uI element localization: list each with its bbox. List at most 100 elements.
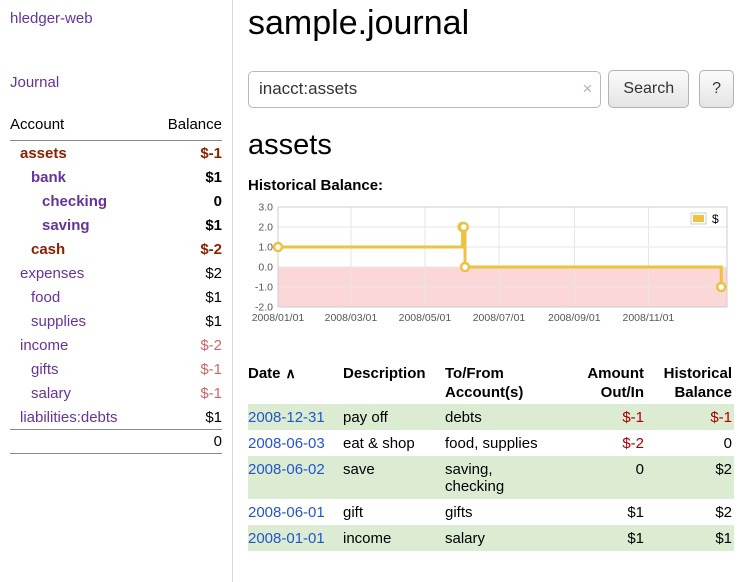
account-row: salary$-1 xyxy=(10,381,222,405)
account-balance: $1 xyxy=(151,309,222,333)
register-row: 2008-01-01incomesalary$1$1 xyxy=(248,525,734,551)
account-row: saving $1 xyxy=(10,213,222,237)
transaction-amount: 0 xyxy=(572,456,646,499)
col-header-amount-label: Amount xyxy=(587,365,644,382)
account-row: income$-2 xyxy=(10,333,222,357)
sort-ascending-icon: ∧ xyxy=(286,365,296,381)
data-point-marker xyxy=(717,283,725,291)
accounts-header-balance: Balance xyxy=(151,112,222,141)
account-link-checking[interactable]: checking xyxy=(42,193,107,210)
search-button[interactable]: Search xyxy=(608,70,689,108)
col-header-balance-label: Historical xyxy=(664,365,732,382)
svg-text:2008/07/01: 2008/07/01 xyxy=(473,312,526,324)
transaction-amount: $-1 xyxy=(572,404,646,430)
svg-text:2008/11/01: 2008/11/01 xyxy=(623,312,675,324)
transaction-date-link[interactable]: 2008-12-31 xyxy=(248,409,325,426)
account-row: bank $1 xyxy=(10,165,222,189)
account-balance: $1 xyxy=(151,405,222,430)
account-link-supplies[interactable]: supplies xyxy=(31,313,86,330)
account-row: food $1 xyxy=(10,285,222,309)
account-link-assets[interactable]: assets xyxy=(20,145,67,162)
transaction-date-link[interactable]: 2008-06-02 xyxy=(248,461,325,478)
transaction-balance: $2 xyxy=(646,456,734,499)
account-link-cash[interactable]: cash xyxy=(31,241,65,258)
transaction-accounts: debts xyxy=(445,404,572,430)
col-header-balance[interactable]: Historical Balance xyxy=(646,363,734,404)
data-point-marker xyxy=(460,223,468,231)
accounts-total-spacer xyxy=(10,430,151,454)
col-header-accounts-label: To/From xyxy=(445,365,504,382)
transaction-accounts: gifts xyxy=(445,499,572,525)
transaction-amount: $1 xyxy=(572,499,646,525)
account-balance: $1 xyxy=(151,285,222,309)
accounts-table: Account Balance assets$-1bank$1checking0… xyxy=(10,112,222,454)
transaction-description: income xyxy=(343,525,445,551)
transaction-description: eat & shop xyxy=(343,430,445,456)
col-header-accounts[interactable]: To/From Account(s) xyxy=(445,363,572,404)
transaction-date-link[interactable]: 2008-06-01 xyxy=(248,504,325,521)
col-header-amount[interactable]: Amount Out/In xyxy=(572,363,646,404)
help-button[interactable]: ? xyxy=(699,70,734,108)
account-link-income[interactable]: income xyxy=(20,337,68,354)
register-header-row: Date∧ Description To/From Account(s) Amo… xyxy=(248,363,734,404)
account-link-bank[interactable]: bank xyxy=(31,169,66,186)
search-input-wrap: × xyxy=(248,71,601,108)
transaction-amount: $1 xyxy=(572,525,646,551)
transaction-balance: $-1 xyxy=(646,404,734,430)
col-header-description-label: Description xyxy=(343,365,426,382)
accounts-body: assets$-1bank$1checking0saving$1cash$-2e… xyxy=(10,141,222,430)
account-row: liabilities:debts $1 xyxy=(10,405,222,430)
svg-text:0.0: 0.0 xyxy=(258,262,273,274)
transaction-accounts: food, supplies xyxy=(445,430,572,456)
account-row: assets$-1 xyxy=(10,141,222,166)
svg-text:2008/09/01: 2008/09/01 xyxy=(548,312,601,324)
account-link-expenses[interactable]: expenses xyxy=(20,265,84,282)
transaction-balance: $2 xyxy=(646,499,734,525)
sidebar-item-journal[interactable]: Journal xyxy=(10,74,222,91)
transaction-amount: $-2 xyxy=(572,430,646,456)
chart-title: Historical Balance: xyxy=(248,177,734,194)
register-row: 2008-06-03eat & shopfood, supplies$-20 xyxy=(248,430,734,456)
account-balance: $2 xyxy=(151,261,222,285)
register-row: 2008-12-31pay offdebts$-1$-1 xyxy=(248,404,734,430)
account-link-gifts[interactable]: gifts xyxy=(31,361,59,378)
clear-search-icon[interactable]: × xyxy=(582,79,592,99)
account-balance: $1 xyxy=(151,165,222,189)
col-header-date[interactable]: Date∧ xyxy=(248,363,343,404)
app-title-link[interactable]: hledger-web xyxy=(10,10,222,27)
transaction-balance: $1 xyxy=(646,525,734,551)
account-link-saving[interactable]: saving xyxy=(42,217,90,234)
register-row: 2008-06-02 savesaving,checking0$2 xyxy=(248,456,734,499)
svg-text:-1.0: -1.0 xyxy=(255,282,273,294)
account-link-salary[interactable]: salary xyxy=(31,385,71,402)
col-header-amount-label2: Out/In xyxy=(572,383,644,402)
account-balance: $-2 xyxy=(151,237,222,261)
accounts-total-balance: 0 xyxy=(151,430,222,454)
svg-text:2008/01/01: 2008/01/01 xyxy=(252,312,305,324)
data-point-marker xyxy=(274,243,282,251)
page-title: sample.journal xyxy=(248,4,734,43)
svg-text:3.0: 3.0 xyxy=(258,202,273,214)
transaction-date-link[interactable]: 2008-06-03 xyxy=(248,435,325,452)
register-header: Date∧ Description To/From Account(s) Amo… xyxy=(248,363,734,404)
account-link-food[interactable]: food xyxy=(31,289,60,306)
col-header-description[interactable]: Description xyxy=(343,363,445,404)
register-table: Date∧ Description To/From Account(s) Amo… xyxy=(248,363,734,551)
account-link-liabilities-debts[interactable]: liabilities:debts xyxy=(20,409,118,426)
main-content: sample.journal × Search ? assets Histori… xyxy=(233,0,742,551)
search-input[interactable] xyxy=(248,71,601,108)
transaction-accounts: saving,checking xyxy=(445,456,572,499)
chart-svg: 3.02.01.00.0-1.0-2.02008/01/012008/03/01… xyxy=(248,201,737,335)
transaction-accounts: salary xyxy=(445,525,572,551)
account-row: checking0 xyxy=(10,189,222,213)
account-row: supplies $1 xyxy=(10,309,222,333)
accounts-total-row: 0 xyxy=(10,430,222,454)
accounts-header-account: Account xyxy=(10,112,151,141)
transaction-description: save xyxy=(343,456,445,499)
account-balance: $1 xyxy=(151,213,222,237)
legend-label: $ xyxy=(712,212,719,226)
transaction-description: pay off xyxy=(343,404,445,430)
transaction-date-link[interactable]: 2008-01-01 xyxy=(248,530,325,547)
transaction-description: gift xyxy=(343,499,445,525)
svg-text:2.0: 2.0 xyxy=(258,222,273,234)
